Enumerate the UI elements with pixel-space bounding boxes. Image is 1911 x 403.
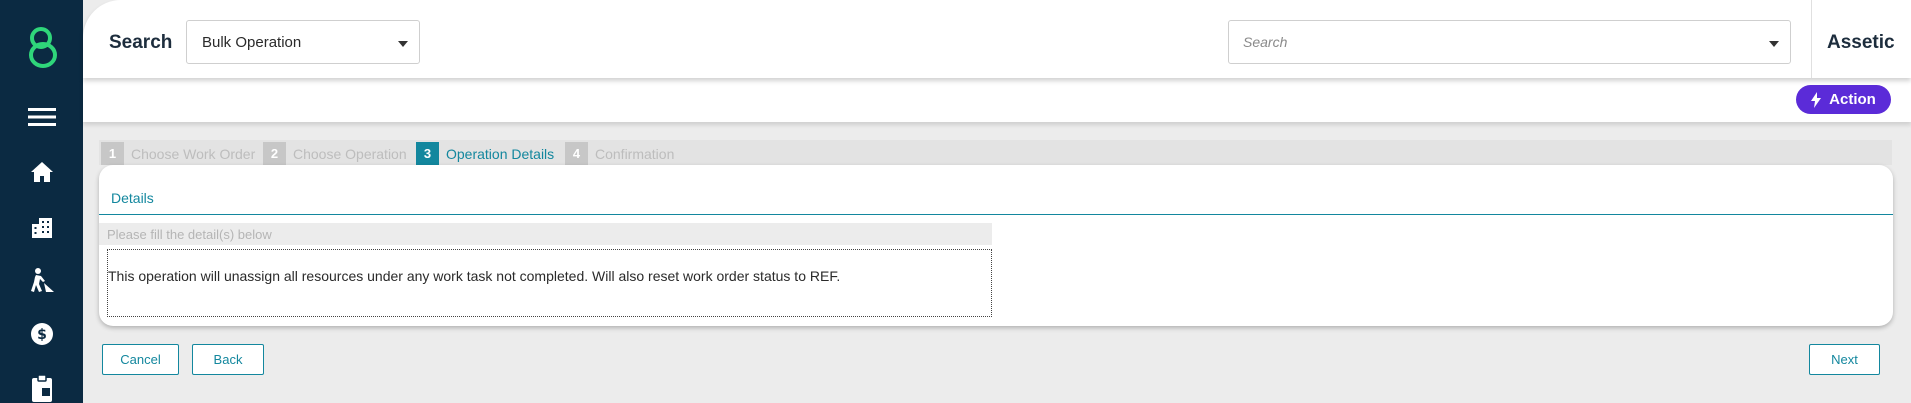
cancel-button[interactable]: Cancel (102, 344, 179, 375)
sidebar: $ (0, 0, 83, 403)
action-button[interactable]: Action (1796, 85, 1891, 114)
step-number: 1 (101, 142, 124, 165)
details-divider (99, 214, 1893, 215)
top-header: Search Bulk Operation Search Assetic (83, 0, 1911, 78)
page-title: Search (109, 32, 173, 53)
chevron-down-icon (398, 41, 408, 47)
app-logo-icon[interactable] (20, 24, 64, 70)
brand-name: Assetic (1827, 32, 1895, 53)
details-card: Details Please fill the detail(s) below … (99, 165, 1893, 326)
back-button[interactable]: Back (192, 344, 264, 375)
svg-text:$: $ (37, 327, 47, 343)
step-label: Confirmation (595, 145, 675, 162)
step-number: 2 (263, 142, 286, 165)
step-label: Choose Work Order (131, 145, 256, 162)
module-select[interactable]: Bulk Operation (186, 20, 420, 64)
search-placeholder: Search (1243, 34, 1288, 50)
lightning-icon (1811, 91, 1822, 108)
next-button[interactable]: Next (1809, 344, 1880, 375)
finance-icon[interactable]: $ (26, 318, 58, 350)
step-confirmation[interactable]: 4 Confirmation (565, 142, 674, 165)
action-button-label: Action (1829, 91, 1876, 108)
operation-message-box: This operation will unassign all resourc… (107, 249, 992, 317)
step-label: Choose Operation (293, 145, 407, 162)
chevron-down-icon (1769, 41, 1779, 47)
details-hint-bar: Please fill the detail(s) below (99, 223, 992, 245)
module-select-value: Bulk Operation (202, 34, 302, 51)
step-choose-operation[interactable]: 2 Choose Operation (263, 142, 407, 165)
details-hint: Please fill the detail(s) below (107, 227, 272, 242)
worker-icon[interactable] (26, 264, 58, 296)
menu-icon[interactable] (26, 101, 58, 133)
step-number: 3 (416, 142, 439, 165)
search-select[interactable]: Search (1228, 20, 1791, 64)
header-divider (1811, 0, 1812, 78)
step-number: 4 (565, 142, 588, 165)
step-operation-details[interactable]: 3 Operation Details (416, 142, 554, 165)
step-label: Operation Details (446, 145, 555, 162)
operation-message: This operation will unassign all resourc… (108, 268, 841, 284)
buildings-icon[interactable] (26, 211, 58, 243)
details-title: Details (111, 190, 154, 206)
action-bar: Action (83, 78, 1911, 122)
step-choose-work-order[interactable]: 1 Choose Work Order (101, 142, 255, 165)
clipboard-icon[interactable] (26, 372, 58, 403)
home-icon[interactable] (26, 156, 58, 188)
